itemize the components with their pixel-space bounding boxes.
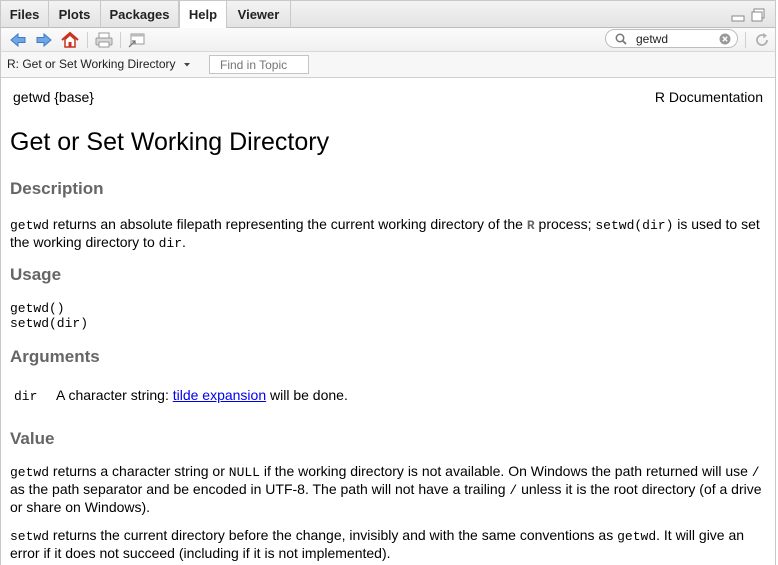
- value-span: returns the current directory before the…: [49, 527, 618, 543]
- topic-dropdown-label: R: Get or Set Working Directory: [7, 57, 176, 71]
- code-getwd: getwd: [10, 465, 50, 480]
- value-paragraph-1: getwd returns a character string or NULL…: [10, 463, 770, 516]
- tab-help[interactable]: Help: [179, 1, 227, 29]
- topic-dropdown[interactable]: R: Get or Set Working Directory: [7, 57, 191, 71]
- maximize-pane-icon[interactable]: [751, 8, 765, 22]
- tab-viewer[interactable]: Viewer: [227, 1, 291, 28]
- r-logo-text: R: [526, 218, 535, 233]
- show-in-new-window-icon[interactable]: [128, 31, 146, 49]
- value-span: returns a character string or: [49, 463, 229, 479]
- back-arrow-icon[interactable]: [9, 31, 27, 49]
- value-span: as the path separator and be encoded in …: [10, 481, 510, 497]
- usage-code: getwd() setwd(dir): [10, 301, 88, 331]
- tab-help-label: Help: [188, 7, 218, 22]
- tab-files[interactable]: Files: [1, 1, 49, 28]
- refresh-icon[interactable]: [753, 31, 771, 49]
- toolbar-separator: [745, 32, 746, 48]
- tab-packages[interactable]: Packages: [101, 1, 179, 28]
- find-in-topic-input[interactable]: [209, 55, 309, 74]
- forward-arrow-icon[interactable]: [35, 31, 53, 49]
- code-setwd: setwd: [10, 529, 50, 544]
- home-icon[interactable]: [61, 31, 79, 49]
- doc-r-documentation: R Documentation: [654, 89, 763, 105]
- clear-search-icon[interactable]: [719, 33, 731, 45]
- toolbar-separator: [87, 32, 88, 48]
- toolbar-separator: [120, 32, 121, 48]
- search-icon: [615, 33, 627, 45]
- argument-row: dir A character string: tilde expansion w…: [14, 387, 348, 404]
- description-span: process;: [534, 216, 596, 232]
- description-text: getwd returns an absolute filepath repre…: [10, 216, 770, 252]
- tab-packages-label: Packages: [109, 7, 170, 22]
- argument-name: dir: [14, 389, 38, 404]
- description-span: returns an absolute filepath representin…: [49, 216, 527, 232]
- tab-plots[interactable]: Plots: [49, 1, 101, 28]
- code-null: NULL: [228, 465, 260, 480]
- help-toolbar: [0, 28, 776, 52]
- arguments-heading: Arguments: [10, 347, 100, 366]
- tilde-expansion-link[interactable]: tilde expansion: [173, 387, 266, 403]
- value-span: if the working directory is not availabl…: [259, 463, 752, 479]
- value-heading: Value: [10, 429, 55, 448]
- doc-topic-name: getwd {base}: [13, 89, 94, 105]
- argument-text: A character string:: [56, 387, 173, 403]
- dropdown-caret-icon: [183, 62, 190, 67]
- minimize-pane-icon[interactable]: [731, 10, 745, 22]
- topic-bar: R: Get or Set Working Directory: [0, 52, 776, 78]
- code-slash: /: [751, 465, 760, 480]
- code-getwd: getwd: [617, 529, 657, 544]
- description-heading: Description: [10, 179, 104, 198]
- print-icon[interactable]: [95, 31, 113, 49]
- pane-tabbar: Files Plots Packages Help Viewer: [0, 0, 776, 29]
- code-setwd-dir: setwd(dir): [595, 218, 674, 233]
- description-span: .: [182, 234, 186, 250]
- usage-line: getwd(): [10, 301, 65, 316]
- page-title: Get or Set Working Directory: [10, 128, 330, 156]
- code-dir: dir: [158, 236, 183, 251]
- code-getwd: getwd: [10, 218, 50, 233]
- help-search-box: [605, 29, 738, 48]
- tab-plots-label: Plots: [58, 7, 91, 22]
- help-document: getwd {base} R Documentation Get or Set …: [0, 78, 776, 565]
- help-search-input[interactable]: [636, 31, 718, 46]
- argument-text: will be done.: [266, 387, 348, 403]
- usage-heading: Usage: [10, 265, 62, 284]
- tab-viewer-label: Viewer: [237, 7, 280, 22]
- usage-line: setwd(dir): [10, 316, 89, 331]
- tab-files-label: Files: [9, 7, 40, 22]
- value-paragraph-2: setwd returns the current directory befo…: [10, 527, 770, 562]
